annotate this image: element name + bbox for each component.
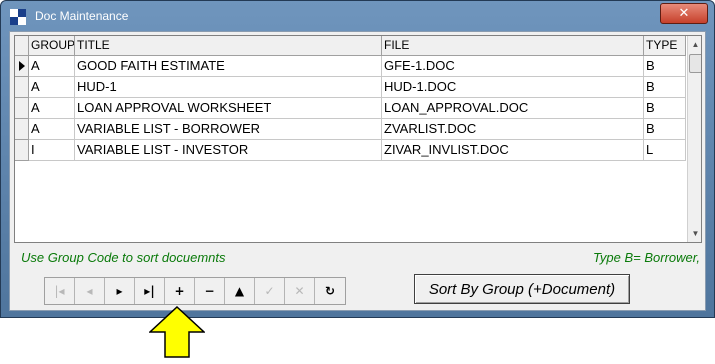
client-area: GROUP TITLE FILE TYPE A GOOD FAITH ESTIMA… (9, 31, 706, 311)
table-row[interactable]: A GOOD FAITH ESTIMATE GFE-1.DOC B (15, 56, 686, 77)
yellow-up-arrow-icon (149, 306, 205, 358)
post-edit-button[interactable]: ✓ (255, 278, 285, 304)
cell-type[interactable]: B (644, 77, 686, 98)
sort-by-group-button[interactable]: Sort By Group (+Document) (414, 274, 630, 304)
doc-maintenance-window: Doc Maintenance ✕ GROUP TITLE FILE TYPE … (0, 0, 715, 318)
column-header-group[interactable]: GROUP (29, 36, 75, 56)
cell-title[interactable]: GOOD FAITH ESTIMATE (75, 56, 382, 77)
cell-type[interactable]: L (644, 140, 686, 161)
row-indicator-header (15, 36, 29, 56)
cancel-edit-button[interactable]: ✕ (285, 278, 315, 304)
first-record-button[interactable]: |◂ (45, 278, 75, 304)
vertical-scrollbar[interactable]: ▲ ▼ (687, 36, 701, 242)
close-button[interactable]: ✕ (660, 3, 708, 24)
cell-file[interactable]: HUD-1.DOC (382, 77, 644, 98)
cell-file[interactable]: LOAN_APPROVAL.DOC (382, 98, 644, 119)
row-indicator[interactable] (15, 140, 29, 161)
refresh-button[interactable]: ↻ (315, 278, 345, 304)
cell-type[interactable]: B (644, 119, 686, 140)
column-header-file[interactable]: FILE (382, 36, 644, 56)
delete-record-button[interactable]: − (195, 278, 225, 304)
prior-record-button[interactable]: ◂ (75, 278, 105, 304)
cell-file[interactable]: GFE-1.DOC (382, 56, 644, 77)
record-navigator: |◂ ◂ ▸ ▸| + − ▲ ✓ ✕ ↻ (44, 277, 346, 305)
row-indicator[interactable] (15, 119, 29, 140)
column-header-title[interactable]: TITLE (75, 36, 382, 56)
next-record-button[interactable]: ▸ (105, 278, 135, 304)
cell-title[interactable]: HUD-1 (75, 77, 382, 98)
cell-group[interactable]: A (29, 98, 75, 119)
cell-title[interactable]: VARIABLE LIST - BORROWER (75, 119, 382, 140)
cell-group[interactable]: I (29, 140, 75, 161)
edit-record-button[interactable]: ▲ (225, 278, 255, 304)
documents-grid[interactable]: GROUP TITLE FILE TYPE A GOOD FAITH ESTIMA… (14, 35, 702, 243)
cell-file[interactable]: ZVARLIST.DOC (382, 119, 644, 140)
window-title: Doc Maintenance (35, 9, 129, 23)
cell-group[interactable]: A (29, 56, 75, 77)
table-row[interactable]: I VARIABLE LIST - INVESTOR ZIVAR_INVLIST.D… (15, 140, 686, 161)
cell-file[interactable]: ZIVAR_INVLIST.DOC (382, 140, 644, 161)
table-row[interactable]: A LOAN APPROVAL WORKSHEET LOAN_APPROVAL.DO… (15, 98, 686, 119)
row-indicator[interactable] (15, 77, 29, 98)
group-code-hint: Use Group Code to sort docuemnts (21, 250, 226, 265)
scroll-thumb[interactable] (689, 54, 701, 73)
column-header-type[interactable]: TYPE (644, 36, 686, 56)
last-record-button[interactable]: ▸| (135, 278, 165, 304)
grid-header: GROUP TITLE FILE TYPE (15, 36, 687, 56)
type-legend-hint: Type B= Borrower, (592, 250, 700, 265)
cell-group[interactable]: A (29, 77, 75, 98)
cell-type[interactable]: B (644, 98, 686, 119)
app-icon (10, 9, 26, 25)
close-icon: ✕ (678, 6, 690, 21)
table-row[interactable]: A HUD-1 HUD-1.DOC B (15, 77, 686, 98)
scroll-up-icon[interactable]: ▲ (688, 36, 701, 53)
insert-record-button[interactable]: + (165, 278, 195, 304)
title-bar[interactable]: Doc Maintenance ✕ (1, 1, 714, 31)
cell-group[interactable]: A (29, 119, 75, 140)
row-indicator[interactable] (15, 98, 29, 119)
cell-type[interactable]: B (644, 56, 686, 77)
cell-title[interactable]: LOAN APPROVAL WORKSHEET (75, 98, 382, 119)
cell-title[interactable]: VARIABLE LIST - INVESTOR (75, 140, 382, 161)
scroll-down-icon[interactable]: ▼ (688, 225, 701, 242)
current-row-indicator-icon[interactable] (15, 56, 29, 77)
table-row[interactable]: A VARIABLE LIST - BORROWER ZVARLIST.DOC B (15, 119, 686, 140)
